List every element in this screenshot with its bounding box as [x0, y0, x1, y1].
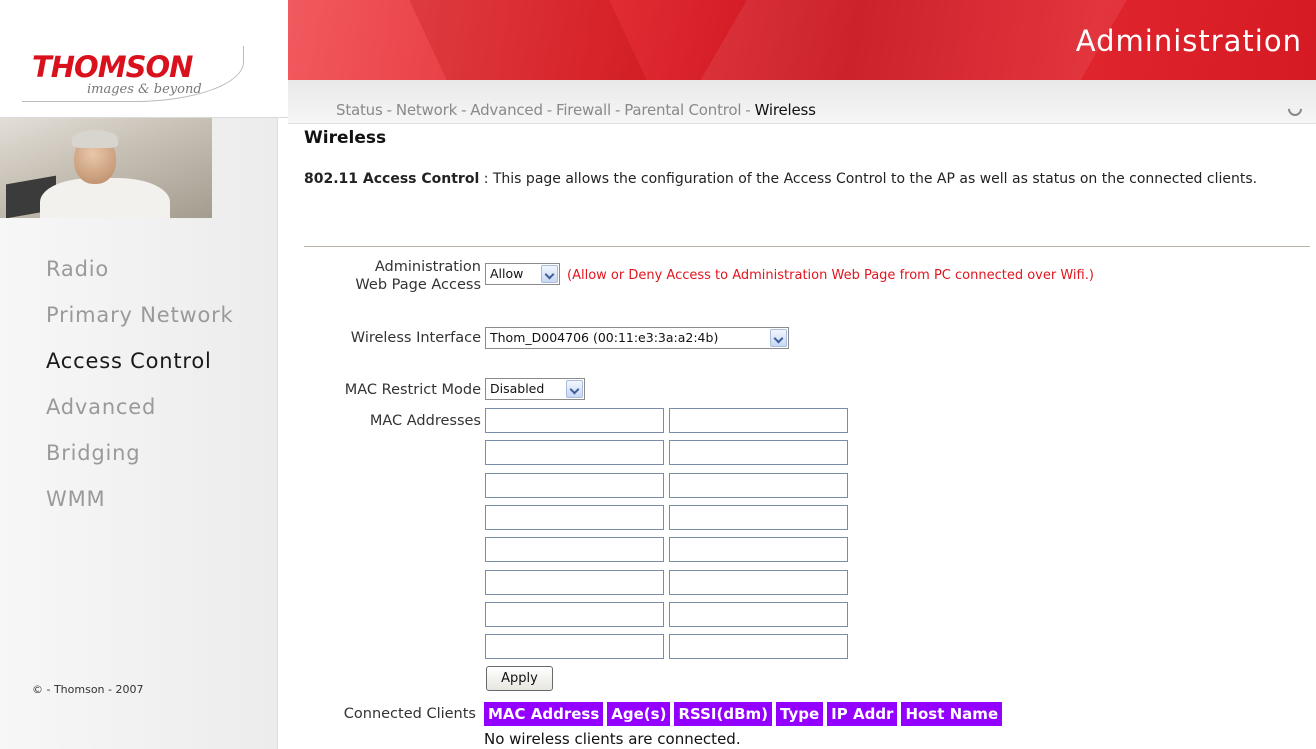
page-intro: 802.11 Access Control : This page allows… [304, 169, 1308, 190]
chevron-down-icon[interactable] [541, 265, 558, 283]
column-header-rssi-dbm: RSSI(dBm) [674, 702, 773, 726]
mac-address-field[interactable] [669, 634, 848, 660]
nav-parental-control[interactable]: Parental Control [624, 101, 741, 119]
mac-address-field[interactable] [669, 569, 848, 595]
mac-restrict-value: Disabled [490, 381, 545, 396]
mac-address-field[interactable] [669, 504, 848, 530]
mac-address-field[interactable] [485, 440, 664, 466]
page-title: Wireless [304, 128, 387, 148]
connected-clients-label: Connected Clients [343, 706, 476, 722]
chevron-down-icon[interactable] [770, 329, 787, 347]
intro-text: : This page allows the configuration of … [479, 171, 1258, 187]
mac-address-field[interactable] [485, 408, 664, 433]
mac-restrict-label: MAC Restrict Mode [344, 382, 481, 398]
admin-access-label: Administration Web Page Access [355, 259, 481, 293]
column-header-age-s: Age(s) [607, 702, 671, 726]
nav-advanced[interactable]: Advanced [470, 101, 543, 119]
mac-addresses-label: MAC Addresses [369, 413, 481, 429]
copyright: © - Thomson - 2007 [32, 683, 144, 696]
admin-access-value: Allow [490, 266, 524, 281]
sidebar-item-advanced[interactable]: Advanced [46, 384, 234, 430]
nav-network[interactable]: Network [396, 101, 457, 119]
column-header-mac-address: MAC Address [484, 702, 604, 726]
sidebar-item-wmm[interactable]: WMM [46, 476, 234, 522]
sidebar-item-bridging[interactable]: Bridging [46, 430, 234, 476]
intro-heading: 802.11 Access Control [304, 171, 480, 187]
brand-logo: THOMSON [32, 50, 193, 84]
mac-restrict-select[interactable]: Disabled [485, 378, 585, 400]
mac-address-field[interactable] [485, 504, 664, 530]
admin-access-hint: (Allow or Deny Access to Administration … [567, 268, 1094, 283]
column-header-type: Type [776, 702, 824, 726]
column-header-ip-addr: IP Addr [827, 702, 898, 726]
nav-separator: - [461, 101, 467, 119]
brand-tagline: images & beyond [87, 82, 202, 97]
connected-clients-table: MAC Address Age(s) RSSI(dBm) Type IP Addr Hos… [480, 702, 1006, 726]
mac-address-field[interactable] [485, 537, 664, 563]
logo-area: THOMSON images & beyond [0, 0, 288, 118]
divider [304, 246, 1310, 247]
sidebar-item-radio[interactable]: Radio [46, 246, 234, 292]
admin-access-select[interactable]: Allow [485, 263, 560, 285]
nav-status[interactable]: Status [336, 101, 383, 119]
wireless-interface-select[interactable]: Thom_D004706 (00:11:e3:3a:a2:4b) [485, 327, 789, 349]
mac-address-field[interactable] [485, 472, 664, 498]
nav-firewall[interactable]: Firewall [556, 101, 611, 119]
sidebar: Radio Primary Network Access Control Advanc… [0, 118, 278, 749]
sidebar-item-access-control[interactable]: Access Control [46, 338, 234, 384]
sidebar-menu: Radio Primary Network Access Control Advanc… [46, 246, 234, 522]
nav-separator: - [546, 101, 552, 119]
sidebar-item-primary-network[interactable]: Primary Network [46, 292, 234, 338]
banner-title: Administration [1075, 24, 1302, 58]
mac-address-field[interactable] [669, 537, 848, 563]
mac-address-field[interactable] [669, 601, 848, 627]
apply-button[interactable]: Apply [486, 666, 553, 691]
top-nav: Status - Network - Advanced - Firewall - Parenta… [288, 80, 1316, 124]
mac-address-field[interactable] [669, 408, 848, 433]
mac-address-field[interactable] [485, 634, 664, 660]
sidebar-photo [0, 118, 212, 218]
no-clients-message: No wireless clients are connected. [484, 730, 741, 748]
nav-wireless[interactable]: Wireless [755, 101, 816, 119]
table-header-row: MAC Address Age(s) RSSI(dBm) Type IP Addr Hos… [484, 702, 1003, 726]
nav-separator: - [745, 101, 751, 119]
chevron-down-icon[interactable] [566, 380, 583, 398]
mac-address-field[interactable] [485, 569, 664, 595]
header-banner: Administration [288, 0, 1316, 80]
nav-separator: - [614, 101, 621, 119]
mac-address-field[interactable] [485, 601, 664, 627]
loading-spinner-icon [1285, 99, 1305, 119]
top-nav-items: Status - Network - Advanced - Firewall - Parenta… [336, 101, 816, 119]
mac-address-field[interactable] [669, 440, 848, 466]
column-header-host-name: Host Name [901, 702, 1003, 726]
nav-separator: - [386, 101, 392, 119]
wireless-interface-label: Wireless Interface [350, 330, 481, 346]
wireless-interface-value: Thom_D004706 (00:11:e3:3a:a2:4b) [490, 330, 719, 345]
mac-address-field[interactable] [669, 472, 848, 498]
